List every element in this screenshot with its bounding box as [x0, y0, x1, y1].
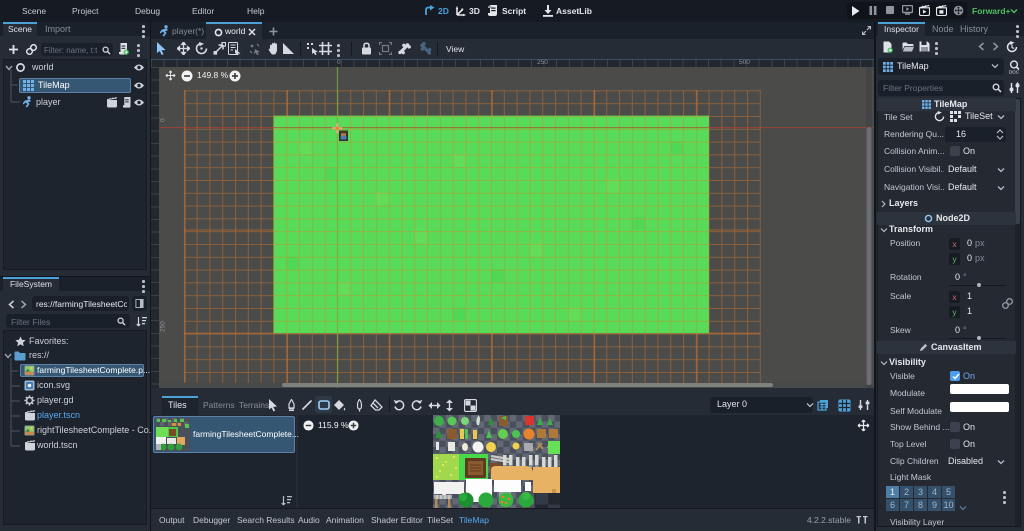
svg-text:250: 250 [160, 321, 167, 332]
svg-text:DOC: DOC [1009, 70, 1020, 75]
svg-text:0: 0 [160, 118, 167, 122]
